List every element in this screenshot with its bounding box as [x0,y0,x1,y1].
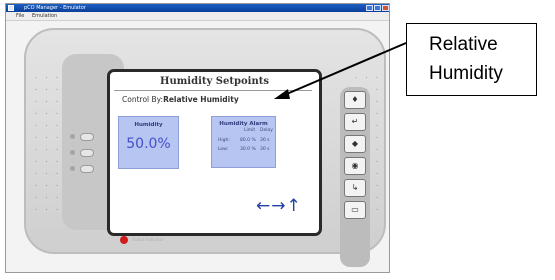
window-titlebar: pCO Manager - Emulator [6,4,389,12]
alarm-key-icon: ♦ [351,95,359,104]
simulator-window: pCO Manager - Emulator File Emulation · … [5,3,390,273]
alarm-high-delay[interactable]: 30 s [260,138,270,143]
navigation-arrows-icon[interactable]: ←→↑ [256,196,302,216]
indicator-dot [70,134,75,139]
status-led-icon [120,236,128,244]
callout-line-2: Humidity [429,63,503,84]
control-by-line: Control By:Relative Humidity [122,95,239,104]
window-title: pCO Manager - Emulator [24,5,86,11]
esc-key-icon: ◆ [351,139,359,148]
status-text: Status Indicator [132,237,164,242]
control-by-value[interactable]: Relative Humidity [163,95,239,104]
menu-bar: File Emulation [6,12,389,21]
indicator-dot [70,166,75,171]
alarm-col-delay: Delay [260,128,273,133]
menu-file[interactable]: File [16,12,24,20]
up-key[interactable]: ◉ [344,157,366,175]
alarm-col-limit: Limit [244,128,256,133]
keypad: ♦ ↵ ◆ ◉ ↳ ▭ [340,87,370,267]
side-button-1[interactable] [80,133,94,141]
indicator-dot [70,150,75,155]
maximize-button[interactable] [374,5,381,11]
title-divider [114,90,312,91]
alarm-low-label: Low: [218,147,229,152]
down-key[interactable]: ▭ [344,201,366,219]
alarm-title: Humidity Alarm [219,121,268,127]
alarm-key[interactable]: ♦ [344,91,366,109]
screen-title: Humidity Setpoints [160,76,269,87]
enter-key-icon: ↳ [351,183,359,192]
app-icon [8,5,14,11]
callout-box: Relative Humidity [406,23,537,96]
control-by-label: Control By: [122,95,164,104]
humidity-value[interactable]: 50.0% [119,136,178,152]
menu-emulation[interactable]: Emulation [32,12,57,20]
enter-key[interactable]: ↳ [344,179,366,197]
minimize-button[interactable] [366,5,373,11]
side-button-2[interactable] [80,149,94,157]
alarm-low-limit[interactable]: 30.0 % [240,147,256,152]
close-button[interactable] [382,5,389,11]
alarm-low-delay[interactable]: 30 s [260,147,270,152]
callout-line-1: Relative [429,34,498,55]
humidity-label: Humidity [134,122,163,128]
esc-key[interactable]: ◆ [344,135,366,153]
prg-key[interactable]: ↵ [344,113,366,131]
humidity-setpoint-box[interactable]: Humidity 50.0% [118,116,179,169]
humidity-alarm-box[interactable]: Humidity Alarm Limit Delay High: 80.0 % … [211,116,276,168]
side-button-3[interactable] [80,165,94,173]
down-key-icon: ▭ [351,205,359,214]
controller-device: · · · · · · · · · · · · · · · · · · · · · · ·… [24,28,386,267]
alarm-high-limit[interactable]: 80.0 % [240,138,256,143]
up-key-icon: ◉ [351,161,359,170]
alarm-high-label: High: [218,138,230,143]
display-screen: Humidity Setpoints Control By:Relative H… [107,69,322,236]
prg-key-icon: ↵ [351,117,359,126]
